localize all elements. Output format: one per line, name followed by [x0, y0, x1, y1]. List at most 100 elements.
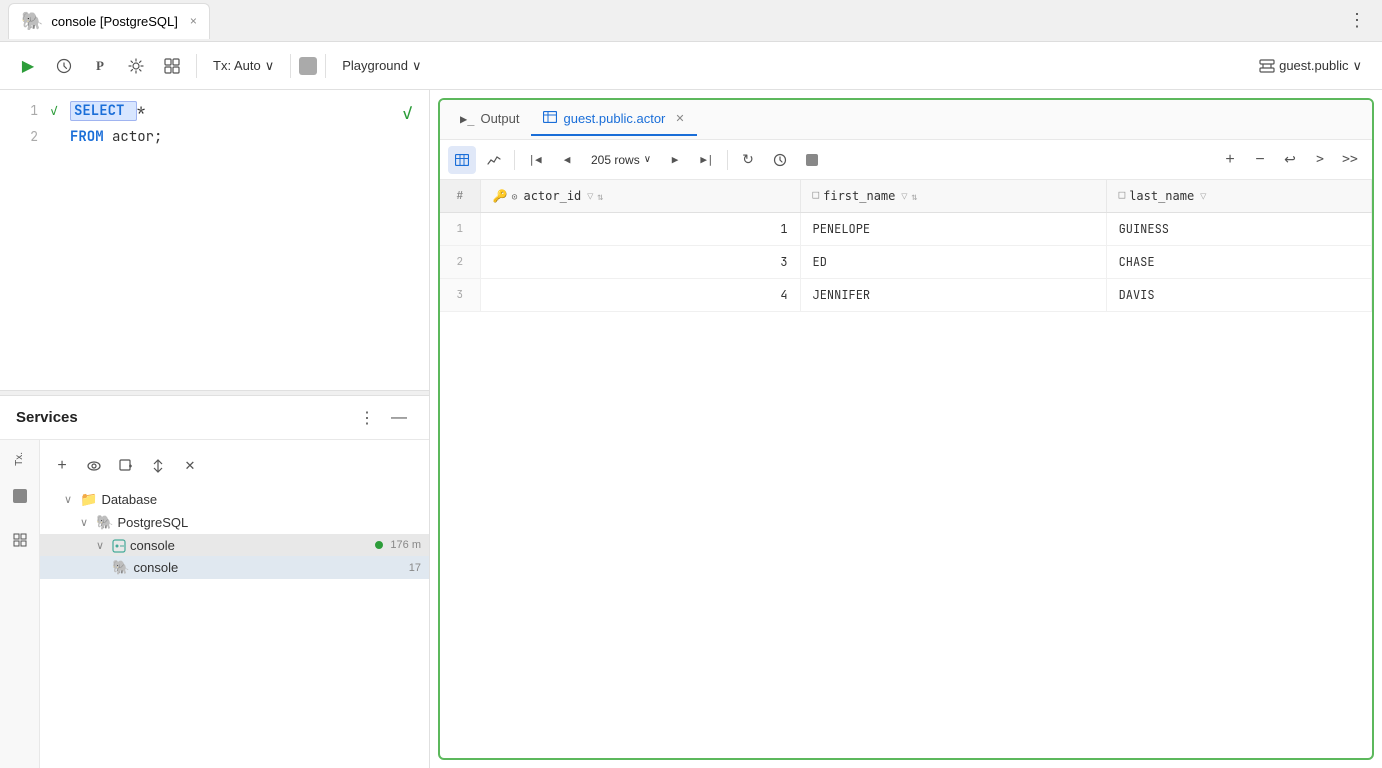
vert-stop-btn[interactable] [6, 482, 34, 510]
services-body: Tx. [0, 440, 429, 768]
services-more-btn[interactable]: ⋮ [353, 404, 381, 432]
grid-view-btn[interactable] [448, 146, 476, 174]
tree-close-btn[interactable]: ✕ [176, 452, 204, 480]
toolbar-sep-3 [325, 54, 326, 78]
sort-icon-first-name[interactable]: ⇅ [911, 190, 917, 203]
actor-id-cell: 3 [480, 246, 800, 279]
tree-new-session-btn[interactable] [112, 452, 140, 480]
main-area: 1 ✓ SELECT * 2 FROM actor; ✓ [0, 90, 1382, 768]
schema-icon [1259, 59, 1275, 73]
playground-chevron: ∨ [412, 58, 422, 74]
forward-btn[interactable]: > [1306, 146, 1334, 174]
schema-selector[interactable]: guest.public ∨ [1251, 54, 1370, 78]
stop-button[interactable] [299, 57, 317, 75]
sort-icon-actor-id[interactable]: ⇅ [597, 190, 603, 203]
results-container: ▶_ Output guest.public.actor ✕ [438, 98, 1374, 760]
history-button[interactable] [48, 50, 80, 82]
row-num-cell: 3 [440, 279, 480, 312]
services-collapse-btn[interactable]: — [385, 404, 413, 432]
key-icon: 🔑 [493, 188, 508, 204]
playground-dropdown[interactable]: Playground ∨ [334, 54, 429, 78]
undo-btn[interactable]: ↩ [1276, 146, 1304, 174]
tree-label-database: Database [101, 492, 421, 507]
tree-area: + [40, 440, 429, 768]
col-header-first-name[interactable]: □ first_name ▽ ⇅ [800, 180, 1106, 213]
filter-icon-actor-id[interactable]: ▽ [587, 190, 593, 203]
editor-toolbar: ▶ P Tx: Auto ∨ Playground ∨ [0, 42, 1382, 90]
first-name-cell: JENNIFER [800, 279, 1106, 312]
line-num-2: 2 [8, 124, 38, 150]
output-tab-label: Output [480, 111, 519, 126]
pin-button[interactable]: P [84, 50, 116, 82]
connection-dot [375, 541, 383, 549]
table-row[interactable]: 3 4 JENNIFER DAVIS [440, 279, 1372, 312]
tree-add-btn[interactable]: + [48, 452, 76, 480]
elephant-session-icon: 🐘 [112, 559, 129, 576]
filter-icon-last-name[interactable]: ▽ [1200, 190, 1206, 203]
first-name-cell: ED [800, 246, 1106, 279]
tx-dropdown[interactable]: Tx: Auto ∨ [205, 54, 282, 78]
vert-tx-label: Tx. [12, 448, 27, 470]
editor-area[interactable]: 1 ✓ SELECT * 2 FROM actor; ✓ [0, 90, 429, 390]
tree-eye-btn[interactable] [80, 452, 108, 480]
filter-icon-first-name[interactable]: ▽ [901, 190, 907, 203]
schema-chevron: ∨ [1352, 58, 1362, 74]
col-header-last-name[interactable]: □ last_name ▽ [1106, 180, 1371, 213]
grid-button[interactable] [156, 50, 188, 82]
code-star: * [137, 102, 145, 120]
table-row[interactable]: 2 3 ED CHASE [440, 246, 1372, 279]
add-row-btn[interactable]: + [1216, 146, 1244, 174]
next-page-btn[interactable]: ▶ [661, 146, 689, 174]
right-panel: ▶_ Output guest.public.actor ✕ [430, 90, 1382, 768]
col-name-last-name: last_name [1129, 189, 1194, 203]
tab-output[interactable]: ▶_ Output [448, 103, 531, 136]
last-page-btn[interactable]: ▶| [693, 146, 721, 174]
end-btn[interactable]: >> [1336, 146, 1364, 174]
tree-item-console[interactable]: ∨ console 176 m [40, 534, 429, 556]
results-toolbar: |◀ ◀ 205 rows ∨ ▶ ▶| ↻ [440, 140, 1372, 180]
results-sep-2 [727, 150, 728, 170]
toolbar-sep-1 [196, 54, 197, 78]
results-toolbar-right: + − ↩ > >> [1216, 146, 1364, 174]
actor-tab-icon [543, 111, 557, 126]
first-page-btn[interactable]: |◀ [521, 146, 549, 174]
keyword-select: SELECT [74, 102, 124, 120]
tab-bar: 🐘 console [PostgreSQL] × ⋮ [0, 0, 1382, 42]
tx-chevron: ∨ [265, 58, 275, 74]
refresh-btn[interactable]: ↻ [734, 146, 762, 174]
line-check-1: ✓ [50, 98, 66, 124]
col-header-actor-id[interactable]: 🔑 ⊙ actor_id ▽ ⇅ [480, 180, 800, 213]
services-panel: Services ⋮ — Tx. [0, 396, 429, 768]
data-table-wrapper: # 🔑 ⊙ actor_id ▽ ⇅ [440, 180, 1372, 758]
run-button[interactable]: ▶ [12, 50, 44, 82]
tree-toolbar: + [40, 448, 429, 488]
actor-tab-close[interactable]: ✕ [675, 112, 684, 125]
results-stop-btn[interactable] [798, 146, 826, 174]
table-row[interactable]: 1 1 PENELOPE GUINESS [440, 213, 1372, 246]
tree-badge-console: 176 m [390, 539, 421, 551]
remove-row-btn[interactable]: − [1246, 146, 1274, 174]
line-content-1: SELECT * [70, 98, 421, 124]
tab-more-btn[interactable]: ⋮ [1340, 6, 1374, 35]
rows-dropdown[interactable]: 205 rows ∨ [585, 151, 657, 169]
last-name-cell: CHASE [1106, 246, 1371, 279]
vert-grid-btn[interactable] [6, 526, 34, 554]
tab-close-btn[interactable]: × [190, 14, 197, 28]
main-tab[interactable]: 🐘 console [PostgreSQL] × [8, 3, 210, 39]
tree-item-database[interactable]: ∨ 📁 Database [40, 488, 429, 511]
tree-item-console-session[interactable]: 🐘 console 17 [40, 556, 429, 579]
tree-label-session: console [133, 560, 404, 575]
table-header-row: # 🔑 ⊙ actor_id ▽ ⇅ [440, 180, 1372, 213]
tab-actor[interactable]: guest.public.actor ✕ [531, 103, 696, 136]
actor-id-cell: 4 [480, 279, 800, 312]
tree-item-postgresql[interactable]: ∨ 🐘 PostgreSQL [40, 511, 429, 534]
col-type-icon-first-name: □ [813, 189, 820, 203]
vert-sidebar: Tx. [0, 440, 40, 768]
chart-view-btn[interactable] [480, 146, 508, 174]
tree-chevron-postgresql: ∨ [80, 516, 92, 529]
col-name-first-name: first_name [823, 189, 895, 203]
tree-sort-btn[interactable] [144, 452, 172, 480]
prev-page-btn[interactable]: ◀ [553, 146, 581, 174]
timestamp-btn[interactable] [766, 146, 794, 174]
settings-button[interactable] [120, 50, 152, 82]
